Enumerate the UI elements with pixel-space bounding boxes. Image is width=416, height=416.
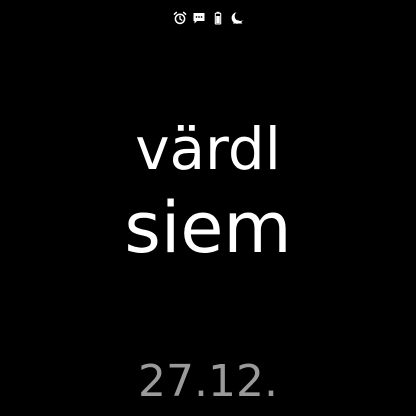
alarm-icon (173, 11, 187, 25)
status-bar (0, 9, 416, 27)
date-label: 27.12. (138, 356, 278, 407)
message-icon (192, 11, 206, 25)
time-text-line-2: siem (124, 187, 292, 269)
do-not-disturb-icon (230, 11, 244, 25)
battery-icon (211, 11, 225, 25)
time-text-line-1: värdl (135, 115, 281, 183)
watch-face: värdl siem 27.12. (0, 0, 416, 416)
